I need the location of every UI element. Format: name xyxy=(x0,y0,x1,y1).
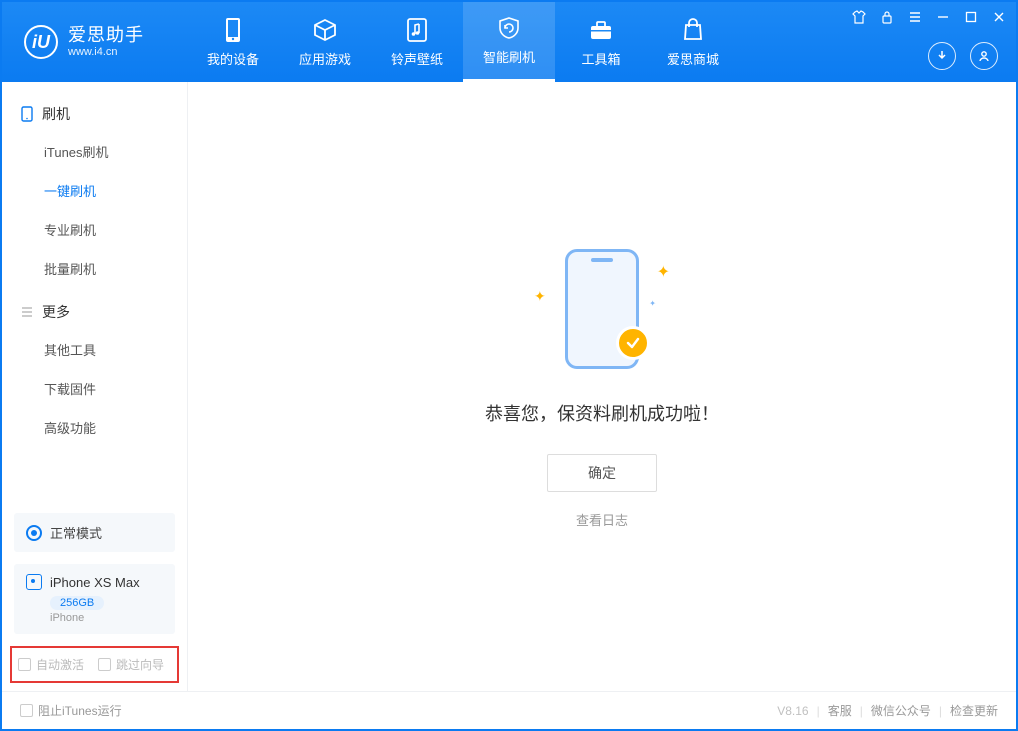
list-icon xyxy=(20,305,34,319)
sidebar-item-oneclick-flash[interactable]: 一键刷机 xyxy=(2,171,187,210)
sidebar-item-pro-flash[interactable]: 专业刷机 xyxy=(2,210,187,249)
sidebar-item-download-firmware[interactable]: 下载固件 xyxy=(2,369,187,408)
logo-area: iU 爱思助手 www.i4.cn xyxy=(2,2,187,82)
shirt-icon[interactable] xyxy=(850,8,868,26)
success-illustration: ✦ ✦ ✦ xyxy=(512,244,692,374)
block-itunes-checkbox[interactable]: 阻止iTunes运行 xyxy=(20,702,122,719)
sidebar-item-batch-flash[interactable]: 批量刷机 xyxy=(2,249,187,288)
device-type: iPhone xyxy=(50,612,163,624)
checkbox-icon xyxy=(18,658,31,671)
checkbox-icon xyxy=(20,704,33,717)
statusbar: 阻止iTunes运行 V8.16 | 客服 | 微信公众号 | 检查更新 xyxy=(2,691,1016,729)
skip-guide-checkbox[interactable]: 跳过向导 xyxy=(98,656,164,673)
view-log-link[interactable]: 查看日志 xyxy=(576,510,628,529)
success-message: 恭喜您，保资料刷机成功啦！ xyxy=(485,400,719,426)
device-name: iPhone XS Max xyxy=(50,575,140,590)
mode-label: 正常模式 xyxy=(50,523,102,542)
sidebar-header-flash: 刷机 xyxy=(2,96,187,132)
version-label: V8.16 xyxy=(777,704,808,718)
checkbox-label: 跳过向导 xyxy=(116,656,164,673)
mode-dot-icon xyxy=(26,525,42,541)
options-row: 自动激活 跳过向导 xyxy=(10,646,179,683)
refresh-shield-icon xyxy=(496,15,522,41)
maximize-button[interactable] xyxy=(962,8,980,26)
tab-label: 工具箱 xyxy=(581,49,620,68)
close-button[interactable] xyxy=(990,8,1008,26)
sidebar-section-title: 刷机 xyxy=(42,104,70,124)
user-button[interactable] xyxy=(970,42,998,70)
sidebar-section-title: 更多 xyxy=(42,302,70,322)
tab-ringtones[interactable]: 铃声壁纸 xyxy=(371,2,463,82)
bag-icon xyxy=(680,17,706,43)
checkbox-label: 阻止iTunes运行 xyxy=(38,702,122,719)
app-title: 爱思助手 xyxy=(68,26,144,46)
download-button[interactable] xyxy=(928,42,956,70)
window-controls xyxy=(850,8,1008,26)
wechat-link[interactable]: 微信公众号 xyxy=(871,702,931,719)
customer-service-link[interactable]: 客服 xyxy=(828,702,852,719)
check-badge-icon xyxy=(616,326,650,360)
sidebar-header-more: 更多 xyxy=(2,294,187,330)
tab-label: 爱思商城 xyxy=(667,49,719,68)
music-icon xyxy=(404,17,430,43)
sparkle-icon: ✦ xyxy=(657,262,670,282)
device-icon xyxy=(20,107,34,121)
mode-indicator: 正常模式 xyxy=(14,513,175,552)
tab-my-device[interactable]: 我的设备 xyxy=(187,2,279,82)
minimize-button[interactable] xyxy=(934,8,952,26)
device-small-icon xyxy=(26,574,42,590)
tab-label: 智能刷机 xyxy=(483,47,535,66)
checkbox-label: 自动激活 xyxy=(36,656,84,673)
app-logo-icon: iU xyxy=(24,25,58,59)
toolbox-icon xyxy=(588,17,614,43)
lock-icon[interactable] xyxy=(878,8,896,26)
tab-apps[interactable]: 应用游戏 xyxy=(279,2,371,82)
tab-label: 我的设备 xyxy=(207,49,259,68)
device-info[interactable]: iPhone XS Max 256GB iPhone xyxy=(14,564,175,634)
sparkle-icon: ✦ xyxy=(534,288,546,305)
tab-label: 铃声壁纸 xyxy=(391,49,443,68)
titlebar: iU 爱思助手 www.i4.cn 我的设备 应用游戏 铃声壁纸 智能刷机 工具… xyxy=(2,2,1016,82)
main-content: ✦ ✦ ✦ 恭喜您，保资料刷机成功啦！ 确定 查看日志 xyxy=(188,82,1016,691)
ok-button[interactable]: 确定 xyxy=(547,454,657,492)
tab-store[interactable]: 爱思商城 xyxy=(647,2,739,82)
tab-toolbox[interactable]: 工具箱 xyxy=(555,2,647,82)
sidebar: 刷机 iTunes刷机 一键刷机 专业刷机 批量刷机 更多 其他工具 下载固件 … xyxy=(2,82,188,691)
checkbox-icon xyxy=(98,658,111,671)
storage-badge: 256GB xyxy=(50,596,104,610)
app-subtitle: www.i4.cn xyxy=(68,46,144,58)
sidebar-item-itunes-flash[interactable]: iTunes刷机 xyxy=(2,132,187,171)
auto-activate-checkbox[interactable]: 自动激活 xyxy=(18,656,84,673)
sidebar-item-other-tools[interactable]: 其他工具 xyxy=(2,330,187,369)
menu-icon[interactable] xyxy=(906,8,924,26)
check-update-link[interactable]: 检查更新 xyxy=(950,702,998,719)
tab-label: 应用游戏 xyxy=(299,49,351,68)
cube-icon xyxy=(312,17,338,43)
sidebar-item-advanced[interactable]: 高级功能 xyxy=(2,408,187,447)
tab-flash[interactable]: 智能刷机 xyxy=(463,2,555,82)
phone-icon xyxy=(220,17,246,43)
sparkle-icon: ✦ xyxy=(649,299,656,308)
